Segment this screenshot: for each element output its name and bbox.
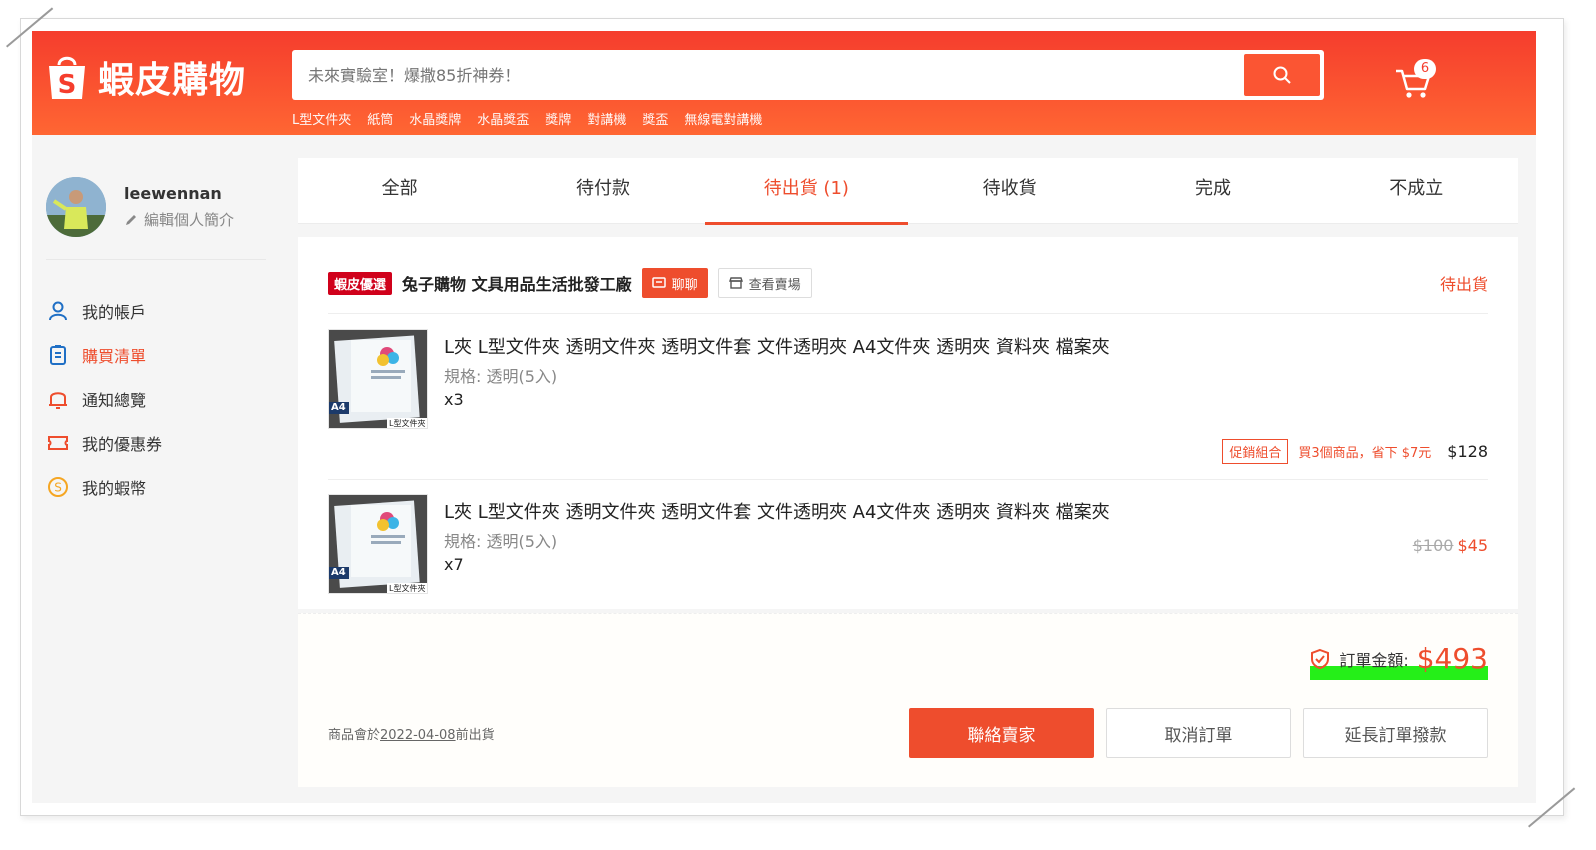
order-status-tabs: 全部 待付款 待出貨 (1) 待收貨 完成 不成立	[298, 158, 1518, 225]
hot-keyword[interactable]: L型文件夾	[292, 109, 351, 128]
cart-count-badge: 6	[1414, 59, 1436, 79]
order-item[interactable]: A4 L型文件夾 L夾 L型文件夾 透明文件夾 透明文件套 文件透明夾 A4文件…	[328, 494, 1488, 596]
product-title[interactable]: L夾 L型文件夾 透明文件夾 透明文件套 文件透明夾 A4文件夾 透明夾 資料夾…	[444, 333, 1110, 359]
svg-text:S: S	[58, 70, 77, 100]
order-item[interactable]: A4 L型文件夾 L夾 L型文件夾 透明文件夾 透明文件套 文件透明夾 A4文件…	[328, 329, 1488, 464]
thumb-caption: L型文件夾	[389, 584, 426, 593]
promo-row: 促銷組合 買3個商品，省下 $7元 $128	[1222, 439, 1488, 464]
shop-icon	[728, 277, 743, 289]
view-shop-button[interactable]: 查看賣場	[717, 268, 812, 298]
search-button[interactable]	[1244, 54, 1320, 96]
product-thumbnail[interactable]: A4 L型文件夾	[328, 494, 428, 594]
order-total: 訂單金額: $493	[1309, 642, 1488, 675]
avatar[interactable]	[46, 177, 106, 237]
preferred-seller-badge: 蝦皮優選	[328, 271, 393, 295]
sidebar: leewennan 編輯個人簡介 我的帳戶 購買清單 通知總覽 我的優惠券 S …	[32, 135, 298, 803]
coin-icon: S	[46, 475, 70, 499]
hot-keyword[interactable]: 對講機	[587, 109, 626, 128]
sidebar-divider	[46, 259, 266, 260]
svg-text:S: S	[54, 481, 62, 495]
ship-date[interactable]: 2022-04-08	[380, 728, 456, 743]
contact-seller-button[interactable]: 聯絡賣家	[909, 708, 1094, 758]
sidebar-item-label: 購買清單	[82, 347, 147, 366]
hot-keywords: L型文件夾 紙筒 水晶獎牌 水晶獎盃 獎牌 對講機 獎盃 無線電對講機	[292, 109, 762, 128]
header: S 蝦皮購物 L型文件夾 紙筒 水晶獎牌 水晶獎盃 獎牌 對講機 獎盃 無線電對…	[32, 31, 1536, 135]
total-label: 訂單金額:	[1339, 650, 1409, 670]
thumb-a4-label: A4	[331, 567, 346, 578]
product-title[interactable]: L夾 L型文件夾 透明文件夾 透明文件套 文件透明夾 A4文件夾 透明夾 資料夾…	[444, 498, 1110, 524]
product-variation: 規格: 透明(5入)	[444, 532, 558, 551]
sidebar-item-label: 我的蝦幣	[82, 479, 147, 498]
sidebar-item-coupons[interactable]: 我的優惠券	[46, 421, 162, 465]
shield-icon	[1311, 648, 1330, 669]
sidebar-item-label: 通知總覽	[82, 391, 147, 410]
sidebar-item-label: 我的優惠券	[82, 435, 163, 454]
pencil-icon	[126, 214, 136, 225]
search-icon	[1273, 66, 1291, 84]
hot-keyword[interactable]: 獎盃	[642, 109, 668, 128]
tab-completed[interactable]: 完成	[1111, 158, 1314, 223]
username: leewennan	[124, 184, 222, 203]
ticket-icon	[46, 431, 70, 455]
product-thumbnail[interactable]: A4 L型文件夾	[328, 329, 428, 429]
action-buttons: 聯絡賣家 取消訂單 延長訂單撥款	[909, 708, 1488, 758]
app-window: S 蝦皮購物 L型文件夾 紙筒 水晶獎牌 水晶獎盃 獎牌 對講機 獎盃 無線電對…	[32, 31, 1536, 803]
logo[interactable]: S 蝦皮購物	[46, 51, 246, 103]
hot-keyword[interactable]: 無線電對講機	[684, 109, 762, 128]
profile: leewennan 編輯個人簡介	[46, 177, 234, 237]
product-quantity: x7	[444, 555, 464, 574]
sidebar-item-purchases[interactable]: 購買清單	[46, 333, 162, 377]
extend-payout-button[interactable]: 延長訂單撥款	[1303, 708, 1488, 758]
sidebar-item-notifications[interactable]: 通知總覽	[46, 377, 162, 421]
shopee-bag-icon: S	[46, 53, 88, 101]
ship-suffix: 前出貨	[455, 728, 495, 743]
ship-prefix: 商品會於	[328, 728, 381, 743]
product-quantity: x3	[444, 390, 464, 409]
user-icon	[46, 299, 70, 323]
search-input[interactable]	[296, 55, 1244, 95]
promo-description: 買3個商品，省下 $7元	[1298, 446, 1432, 461]
order-status: 待出貨	[1439, 275, 1488, 294]
chat-icon	[651, 277, 666, 288]
product-price: $45	[1457, 536, 1488, 555]
cancel-order-button[interactable]: 取消訂單	[1106, 708, 1291, 758]
hot-keyword[interactable]: 獎牌	[545, 109, 571, 128]
tab-cancelled[interactable]: 不成立	[1315, 158, 1518, 223]
hot-keyword[interactable]: 紙筒	[367, 109, 393, 128]
product-variation: 規格: 透明(5入)	[444, 367, 558, 386]
shipping-note: 商品會於2022-04-08前出貨	[328, 724, 495, 743]
sidebar-item-label: 我的帳戶	[82, 303, 147, 322]
thumb-caption: L型文件夾	[389, 419, 426, 428]
total-value: $493	[1416, 642, 1488, 675]
shop-name[interactable]: 兔子購物 文具用品生活批發工廠	[402, 271, 632, 295]
logo-text: 蝦皮購物	[98, 60, 247, 101]
tab-to-receive[interactable]: 待收貨	[908, 158, 1111, 223]
edit-profile-label: 編輯個人簡介	[144, 211, 235, 229]
bell-icon	[46, 387, 70, 411]
hot-keyword[interactable]: 水晶獎牌	[409, 109, 461, 128]
hot-keyword[interactable]: 水晶獎盃	[477, 109, 529, 128]
clipboard-icon	[46, 343, 70, 367]
tab-all[interactable]: 全部	[298, 158, 501, 223]
view-shop-label: 查看賣場	[748, 277, 801, 293]
search-bar	[292, 50, 1324, 100]
tab-to-ship[interactable]: 待出貨 (1)	[704, 158, 909, 225]
sidebar-item-account[interactable]: 我的帳戶	[46, 289, 162, 333]
chat-button[interactable]: 聊聊	[641, 268, 708, 298]
product-price: $128	[1447, 442, 1488, 461]
sidebar-item-coins[interactable]: S 我的蝦幣	[46, 465, 162, 509]
original-price: $100	[1412, 536, 1454, 555]
price-group: $100 $45	[1413, 536, 1488, 555]
order-card: 蝦皮優選 兔子購物 文具用品生活批發工廠 聊聊 查看賣場 待出貨 A4 L型文件…	[298, 237, 1518, 609]
promo-bundle-tag: 促銷組合	[1222, 439, 1289, 464]
edit-profile-link[interactable]: 編輯個人簡介	[124, 209, 234, 230]
thumb-a4-label: A4	[331, 402, 346, 413]
divider	[328, 313, 1488, 314]
chat-label: 聊聊	[671, 277, 698, 293]
order-summary: 訂單金額: $493 商品會於2022-04-08前出貨 聯絡賣家 取消訂單 延…	[298, 613, 1518, 787]
divider	[328, 479, 1488, 480]
sidebar-menu: 我的帳戶 購買清單 通知總覽 我的優惠券 S 我的蝦幣	[46, 289, 162, 509]
tab-to-pay[interactable]: 待付款	[501, 158, 704, 223]
shop-bar: 蝦皮優選 兔子購物 文具用品生活批發工廠 聊聊 查看賣場 待出貨	[328, 267, 1488, 299]
